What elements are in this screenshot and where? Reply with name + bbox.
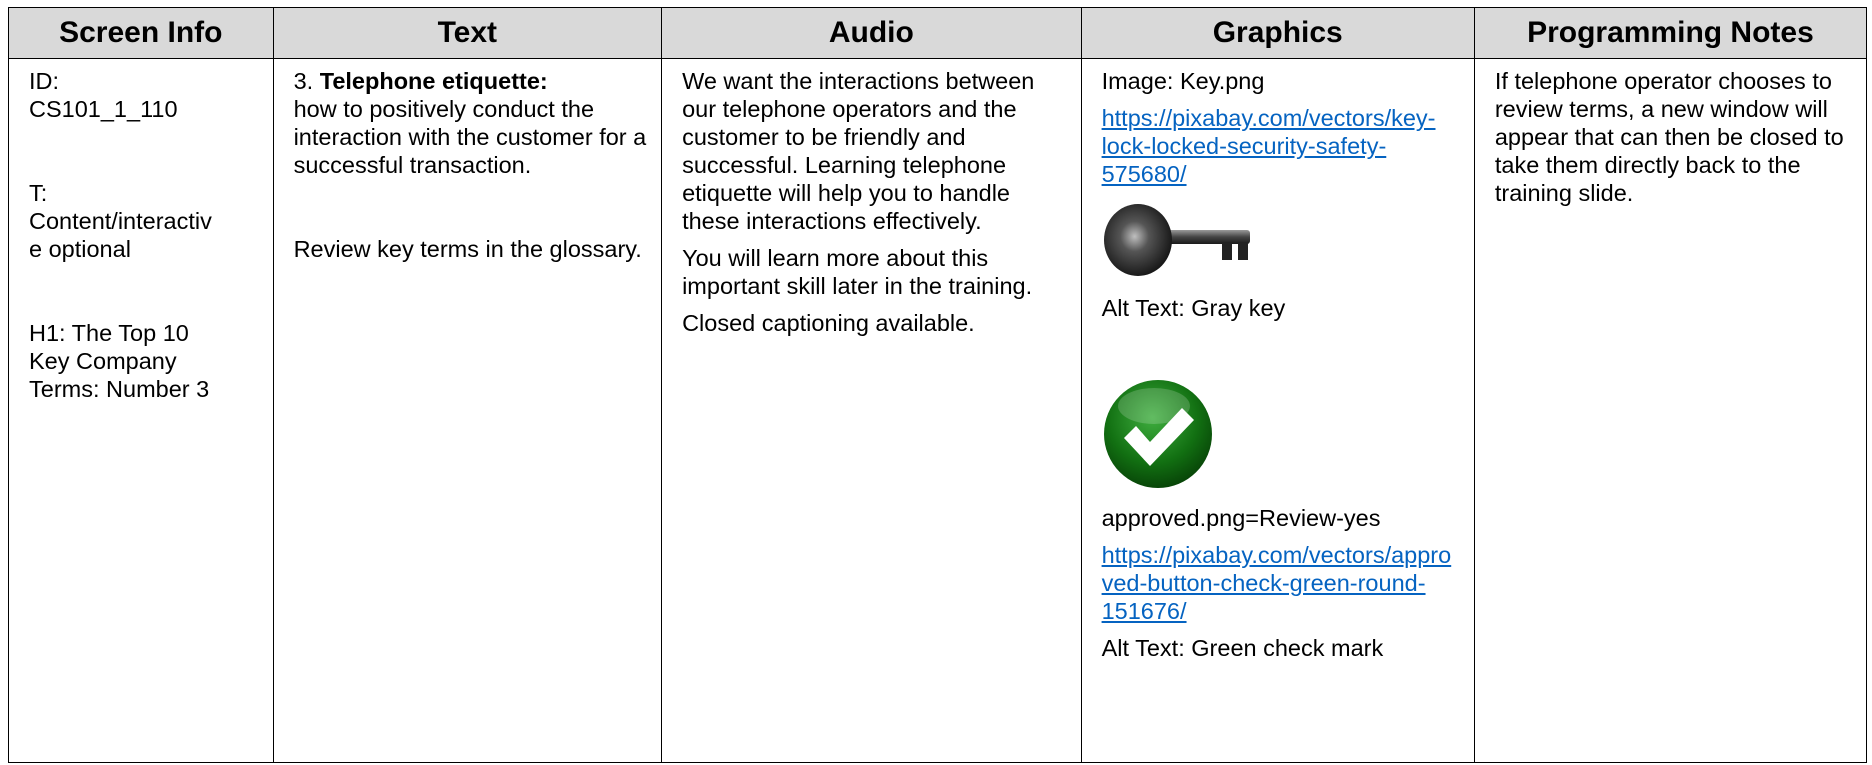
screen-type-value-line2: e optional	[29, 236, 131, 262]
image1-link-paragraph: https://pixabay.com/vectors/key-lock-loc…	[1102, 104, 1462, 188]
image1-label: Image: Key.png	[1101, 68, 1265, 94]
screen-type-label: T:	[29, 180, 48, 206]
audio-paragraph-3: Closed captioning available.	[682, 310, 975, 336]
header-screen-info: Screen Info	[8, 7, 274, 59]
image1-url-link[interactable]: https://pixabay.com/vectors/key-lock-loc…	[1102, 105, 1436, 187]
graphics-cell: Image: Key.png https://pixabay.com/vecto…	[1080, 58, 1475, 763]
term-definition: how to positively conduct the interactio…	[293, 96, 647, 178]
term-number: 3.	[293, 68, 320, 94]
term-name: Telephone etiquette:	[319, 68, 548, 94]
screen-id-value: CS101_1_110	[29, 96, 178, 122]
review-glossary-text: Review key terms in the glossary.	[293, 236, 642, 262]
screen-info-cell: ID: CS101_1_110 T: Content/interactiv e …	[8, 58, 274, 763]
screen-type-value-line1: Content/interactiv	[29, 208, 212, 234]
header-row: Screen Info Text Audio Graphics Programm…	[8, 7, 1868, 59]
image2-alt-text: Alt Text: Green check mark	[1101, 635, 1384, 661]
header-graphics: Graphics	[1080, 7, 1475, 59]
screen-h1-line1: H1: The Top 10	[29, 320, 189, 346]
screen-id-label: ID:	[29, 68, 60, 94]
programming-note: If telephone operator chooses to review …	[1494, 68, 1844, 206]
programming-notes-cell: If telephone operator chooses to review …	[1473, 58, 1868, 763]
image2-label: approved.png=Review-yes	[1101, 505, 1381, 531]
content-row: ID: CS101_1_110 T: Content/interactiv e …	[8, 58, 1868, 763]
audio-paragraph-1: We want the interactions between our tel…	[682, 68, 1035, 234]
image2-url-link[interactable]: https://pixabay.com/vectors/approved-but…	[1102, 542, 1452, 624]
term-paragraph: 3. Telephone etiquette: how to positively…	[294, 67, 650, 179]
storyboard-table: Screen Info Text Audio Graphics Programm…	[8, 7, 1868, 763]
header-programming-notes: Programming Notes	[1473, 7, 1868, 59]
screen-h1-line3: Terms: Number 3	[29, 376, 210, 402]
header-text: Text	[272, 7, 663, 59]
audio-cell: We want the interactions between our tel…	[661, 58, 1082, 763]
audio-paragraph-2: You will learn more about this important…	[682, 245, 1033, 299]
screen-h1-line2: Key Company	[29, 348, 177, 374]
check-mark-icon	[1103, 380, 1212, 488]
key-icon	[1103, 204, 1250, 276]
text-cell: 3. Telephone etiquette: how to positively…	[272, 58, 663, 763]
image2-link-paragraph: https://pixabay.com/vectors/approved-but…	[1102, 541, 1462, 625]
image1-alt-text: Alt Text: Gray key	[1101, 295, 1286, 321]
header-audio: Audio	[661, 7, 1082, 59]
